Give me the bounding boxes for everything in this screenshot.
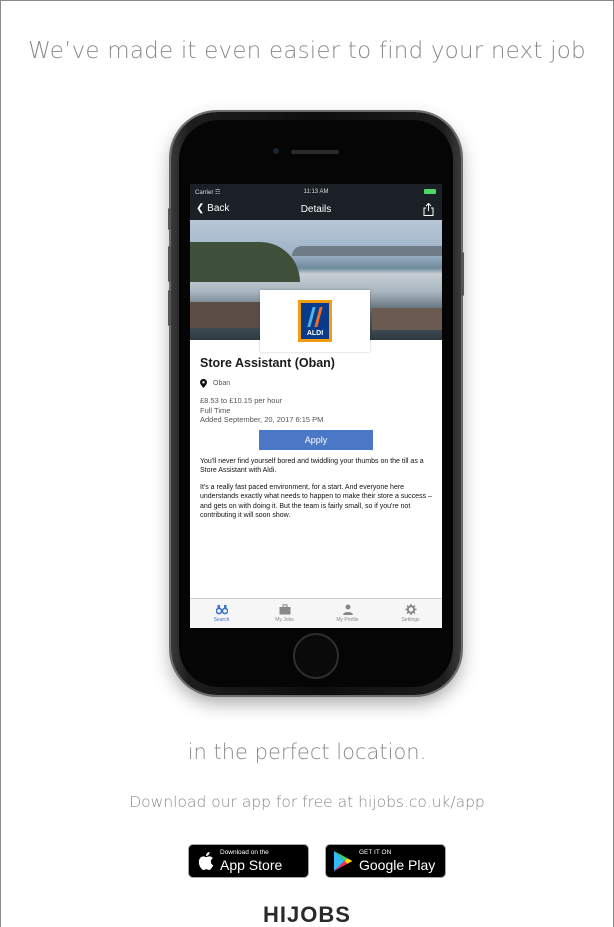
tab-my-profile[interactable]: My Profile	[316, 599, 379, 628]
app-store-badge[interactable]: Download on the App Store	[188, 844, 309, 878]
hero-far-hill	[292, 246, 442, 256]
nav-title: Details	[300, 204, 332, 215]
job-meta: £8.53 to £10.15 per hour Full Time Added…	[200, 396, 432, 425]
hero-town-left	[190, 302, 270, 328]
logo-text: ALDI	[306, 330, 324, 337]
tab-label: My Profile	[336, 617, 359, 623]
hero-hill	[190, 242, 300, 282]
share-icon[interactable]	[423, 203, 434, 216]
job-description-para-1: You'll never find yourself bored and twi…	[200, 457, 424, 475]
company-logo-card: ALDI	[260, 290, 370, 352]
brand-logo-text: HIJOBS	[263, 902, 351, 927]
location-label: Oban	[213, 380, 231, 387]
job-details: Store Assistant (Oban) Oban £8.53 to £10…	[190, 340, 442, 521]
app-store-small-text: Download on the	[220, 849, 269, 857]
status-time: 11:13 AM	[303, 189, 329, 195]
briefcase-icon	[279, 604, 290, 615]
aldi-logo: ALDI	[298, 300, 332, 342]
person-icon	[342, 604, 353, 615]
hero-town-right	[372, 308, 442, 330]
job-title: Store Assistant (Oban)	[200, 356, 335, 370]
phone-mute-switch	[168, 208, 171, 230]
google-play-small-text: GET IT ON	[359, 849, 392, 857]
job-hero-image: ALDI	[190, 220, 442, 352]
app-store-big-text: App Store	[220, 856, 283, 873]
tab-label: Settings	[401, 617, 420, 623]
status-bar: Carrier ☶ 11:13 AM	[190, 184, 442, 200]
google-play-badge[interactable]: GET IT ON Google Play	[325, 844, 446, 878]
nav-bar: ❮ Back Details	[190, 200, 442, 220]
tab-settings[interactable]: Settings	[379, 599, 442, 628]
binoculars-icon	[215, 605, 228, 615]
job-description-para-2: It's a really fast paced environment, fo…	[200, 483, 432, 520]
job-added-date: Added September, 20, 2017 6:15 PM	[200, 415, 324, 424]
phone-home-button	[293, 633, 339, 679]
apply-button[interactable]: Apply	[259, 429, 373, 450]
apple-icon	[198, 852, 214, 871]
job-location: Oban	[200, 379, 432, 388]
location-pin-icon	[200, 379, 207, 388]
phone-speaker	[291, 150, 339, 154]
app-screen: Carrier ☶ 11:13 AM ❮ Back Details ALDI S…	[190, 184, 442, 628]
job-salary: £8.53 to £10.15 per hour	[200, 396, 283, 405]
front-camera	[273, 148, 279, 154]
store-badges: Download on the App Store GET IT ON Goog…	[188, 844, 446, 878]
battery-icon	[424, 189, 436, 194]
phone-power-button	[461, 252, 464, 296]
tab-search[interactable]: Search	[190, 599, 253, 628]
headline: We’ve made it even easier to find your n…	[28, 38, 586, 64]
download-text[interactable]: Download our app for free at hijobs.co.u…	[0, 793, 614, 811]
phone-mockup: Carrier ☶ 11:13 AM ❮ Back Details ALDI S…	[168, 112, 464, 695]
tab-my-jobs[interactable]: My Jobs	[253, 599, 316, 628]
tab-label: My Jobs	[275, 617, 294, 623]
gear-icon	[405, 604, 416, 615]
google-play-icon	[334, 851, 353, 871]
google-play-big-text: Google Play	[359, 856, 436, 873]
tab-bar: Search My Jobs My Profile Settings	[190, 598, 442, 628]
subheading: in the perfect location.	[187, 740, 427, 764]
tab-label: Search	[213, 617, 230, 623]
phone-volume-down	[168, 290, 171, 326]
phone-volume-up	[168, 246, 171, 282]
job-type: Full Time	[200, 405, 231, 415]
